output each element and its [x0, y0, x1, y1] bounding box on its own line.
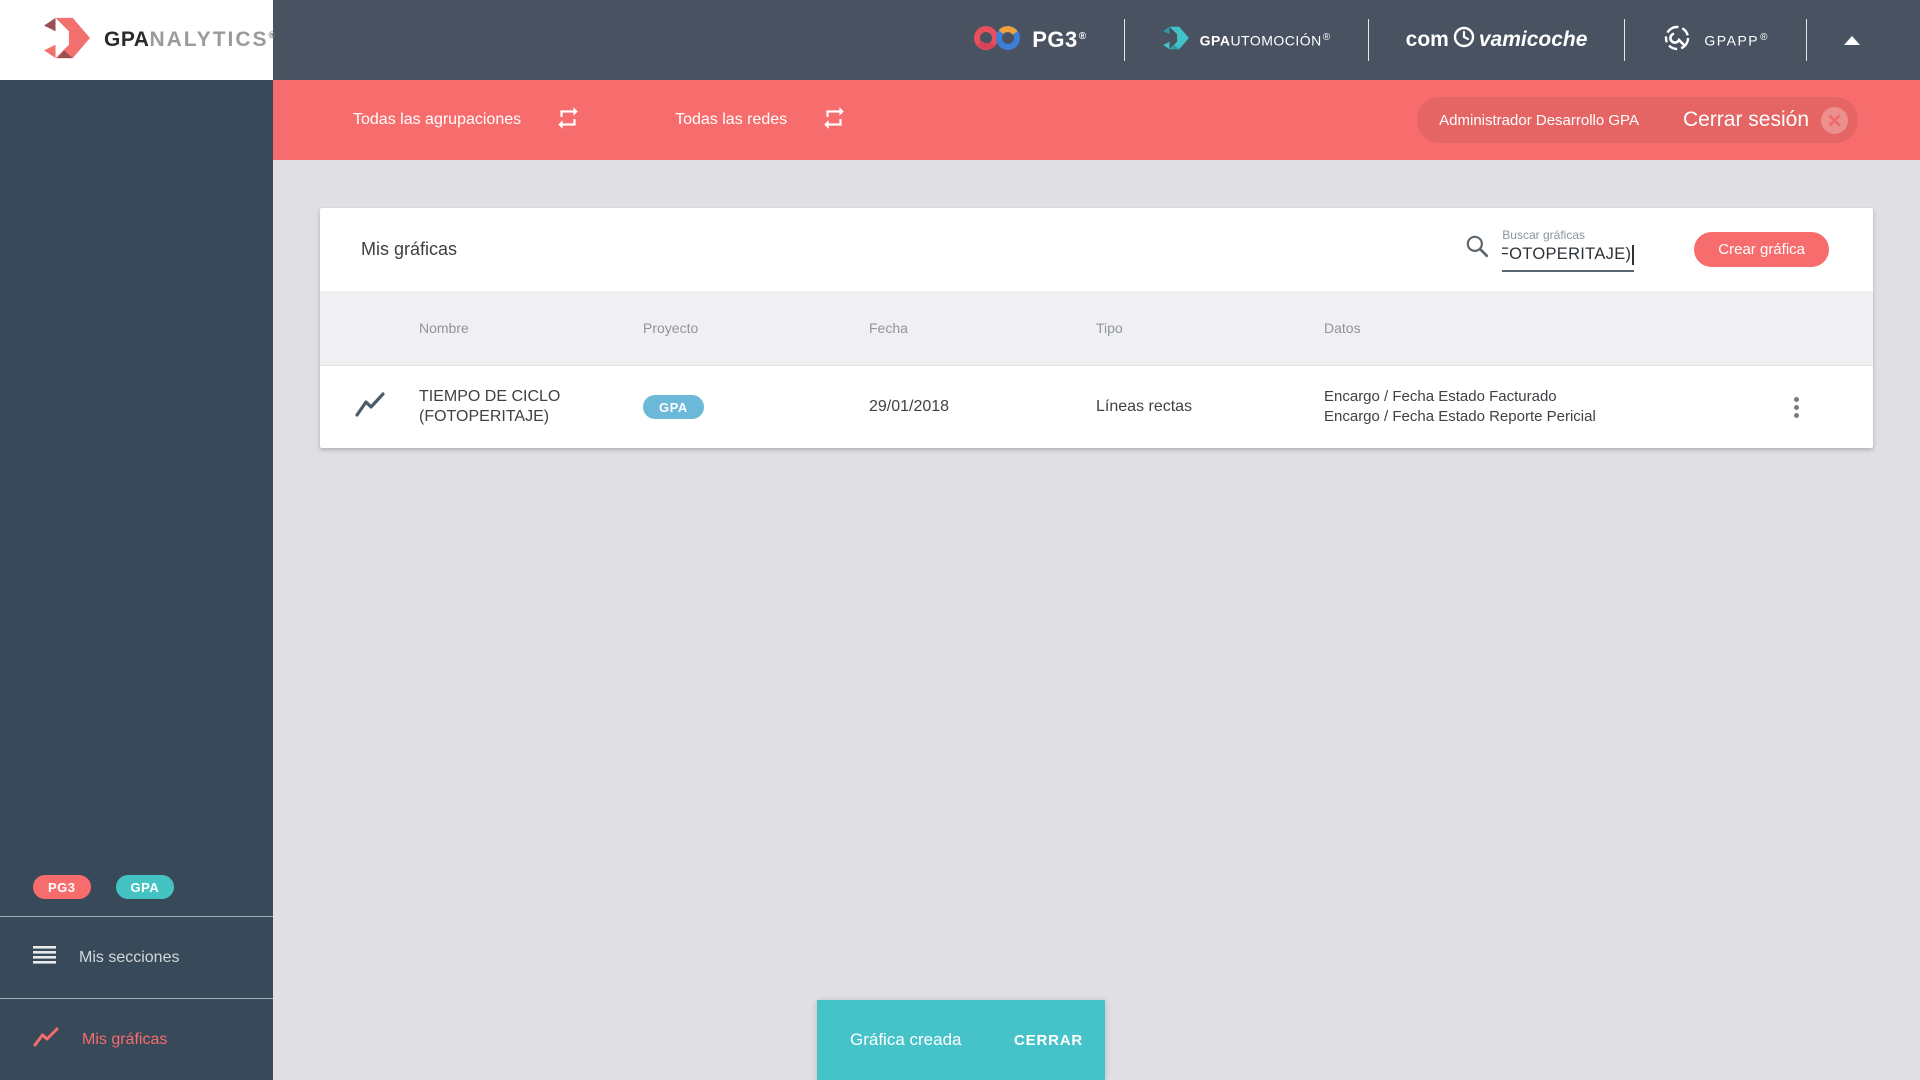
gpautomocion-bold: GPA [1199, 32, 1231, 49]
table-row[interactable]: TIEMPO DE CICLO (FOTOPERITAJE) GPA 29/01… [320, 365, 1873, 448]
row-chart-icon [354, 391, 386, 424]
header-separator [1624, 19, 1626, 61]
gpapp-reg: ® [1760, 31, 1769, 43]
cerrar-sesion-button[interactable]: Cerrar sesión [1682, 106, 1848, 134]
header-separator [1367, 19, 1369, 61]
pg3-label: PG3 [1032, 27, 1078, 52]
header-separator [1806, 19, 1807, 61]
sidebar-item-mis-graficas[interactable]: Mis gráficas [0, 999, 273, 1080]
search-input-label: Buscar gráficas [1502, 227, 1585, 242]
snackbar: Gráfica creada CERRAR [817, 1000, 1105, 1080]
brand-gpa: GPA [104, 28, 150, 51]
header-separator [1123, 19, 1125, 61]
sidebar-item-label: Mis secciones [79, 948, 180, 966]
column-header-datos: Datos [1324, 320, 1361, 336]
column-header-proyecto: Proyecto [643, 320, 699, 336]
gpanalytics-arrow-icon [42, 16, 92, 65]
gpapp-wrench-icon [1662, 22, 1694, 59]
pg3-logo[interactable]: PG3® [974, 23, 1086, 58]
snackbar-message: Gráfica creada [850, 1030, 962, 1049]
agrupaciones-label: Todas las agrupaciones [353, 111, 522, 128]
gpanalytics-logo[interactable]: GPANALYTICS® [0, 0, 276, 80]
sidebar-badges: PG3 GPA [0, 858, 273, 916]
page-title: Mis gráficas [361, 239, 458, 259]
redes-label: Todas las redes [675, 111, 788, 128]
crear-grafica-button[interactable]: Crear gráfica [1694, 231, 1829, 267]
cell-datos-2: Encargo / Fecha Estado Reporte Pericial [1324, 408, 1596, 425]
cell-fecha: 29/01/2018 [869, 398, 950, 415]
gpautomocion-rest: UTOMOCIÓN [1230, 32, 1322, 49]
cell-nombre: TIEMPO DE CICLO (FOTOPERITAJE) [419, 388, 561, 425]
gpapp-label: GPAPP [1704, 32, 1760, 49]
column-header-fecha: Fecha [869, 320, 908, 336]
user-session-pill: Administrador Desarrollo GPA Cerrar sesi… [1417, 97, 1858, 143]
sidebar-item-label: Mis gráficas [82, 1030, 168, 1048]
snackbar-cerrar-button[interactable]: CERRAR [1014, 1032, 1083, 1049]
clock-icon [1452, 25, 1476, 55]
compravamicoche-logo[interactable]: com vamicoche [1405, 25, 1588, 55]
line-chart-icon [33, 1026, 59, 1053]
gpautomocion-arrow-icon [1162, 25, 1190, 56]
column-header-tipo: Tipo [1096, 320, 1123, 336]
filter-bar: Todas las agrupaciones Todas las redes A… [273, 80, 1920, 160]
pg3-reg: ® [1078, 30, 1087, 42]
column-header-nombre: Nombre [419, 320, 469, 336]
list-icon [33, 946, 56, 969]
agrupaciones-filter[interactable]: Todas las agrupaciones [353, 105, 581, 136]
sidebar-item-mis-secciones[interactable]: Mis secciones [0, 917, 273, 998]
coche-pre: com [1405, 28, 1449, 51]
pg3-infinity-icon [974, 23, 1022, 58]
gpapp-logo[interactable]: GPAPP® [1662, 22, 1769, 59]
repeat-icon[interactable] [821, 105, 847, 136]
cell-tipo: Líneas rectas [1096, 398, 1193, 415]
sidebar: PG3 GPA Mis secciones Mis gráficas [0, 80, 273, 1080]
repeat-icon[interactable] [555, 105, 581, 136]
table-header: Nombre Proyecto Fecha Tipo Datos [320, 291, 1873, 365]
search-icon[interactable] [1464, 233, 1490, 264]
gpautomocion-logo[interactable]: GPAUTOMOCIÓN® [1162, 25, 1331, 56]
sidebar-badge-pg3[interactable]: PG3 [33, 875, 91, 899]
card-toolbar: Mis gráficas Buscar gráficas (FOTOPERITA… [320, 208, 1873, 291]
search-input-value: (FOTOPERITAJE) [1502, 245, 1632, 263]
search-input[interactable]: Buscar gráficas (FOTOPERITAJE) [1502, 227, 1635, 272]
cell-datos-1: Encargo / Fecha Estado Facturado [1324, 388, 1557, 405]
redes-filter[interactable]: Todas las redes [675, 105, 847, 136]
row-menu-kebab-icon[interactable] [1788, 391, 1805, 424]
collapse-header-arrow-icon[interactable] [1844, 35, 1860, 45]
proyecto-badge: GPA [643, 395, 704, 419]
coche-post: vamicoche [1478, 28, 1588, 51]
brand-nalytics: NALYTICS [149, 28, 269, 51]
user-name: Administrador Desarrollo GPA [1439, 111, 1639, 129]
cerrar-sesion-label: Cerrar sesión [1682, 108, 1809, 131]
text-cursor [1632, 244, 1635, 265]
top-header: PG3® GPAUTOMOCIÓN® com vamicoche GPAPP® [0, 0, 1920, 80]
gpautomocion-reg: ® [1322, 31, 1331, 43]
mis-graficas-card: Mis gráficas Buscar gráficas (FOTOPERITA… [320, 208, 1873, 448]
sidebar-badge-gpa[interactable]: GPA [115, 875, 175, 899]
logout-x-circle-icon[interactable] [1821, 106, 1848, 134]
brand-reg: ® [268, 30, 276, 40]
